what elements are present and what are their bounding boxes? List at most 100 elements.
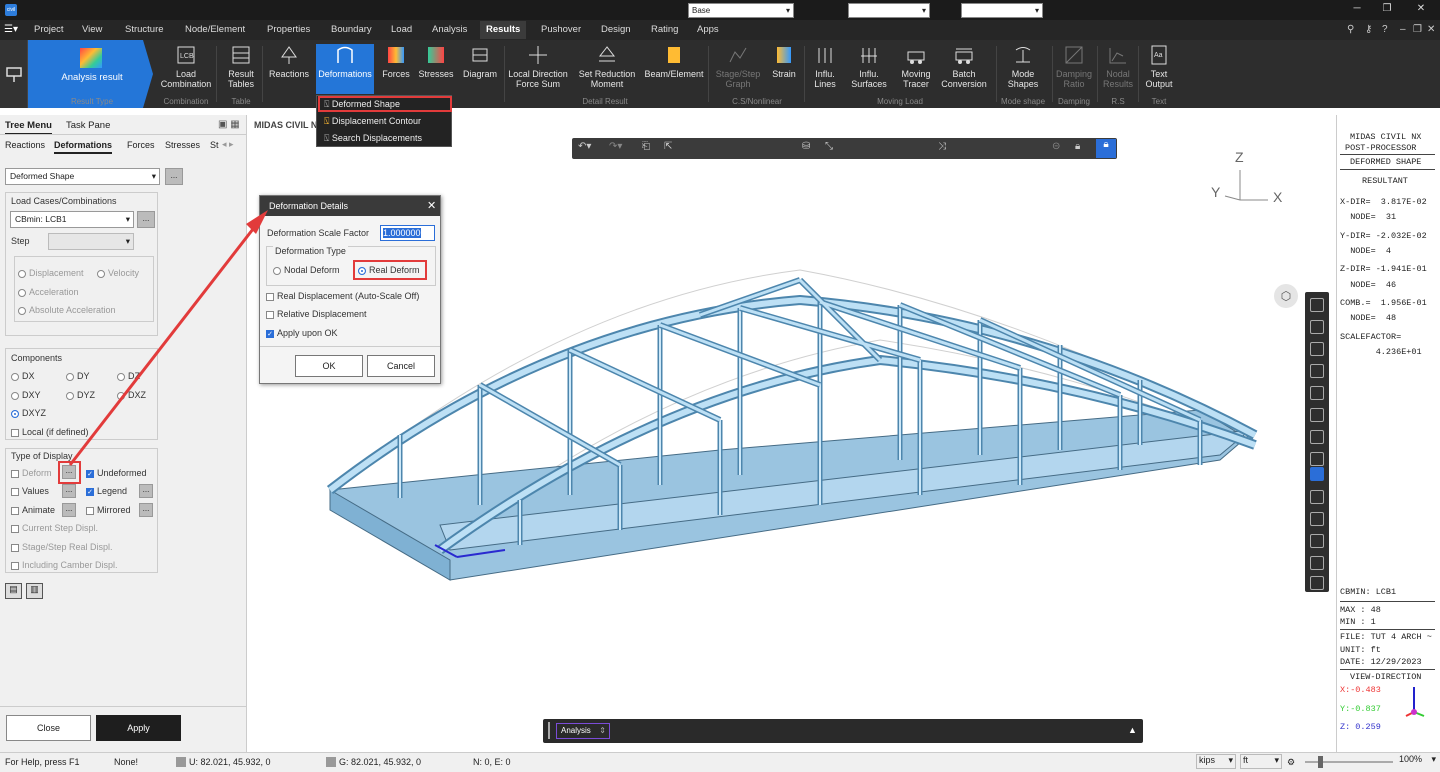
tool-screen-icon[interactable]	[1310, 576, 1324, 590]
length-unit-select[interactable]: ft ▾	[1240, 754, 1282, 769]
mirrored-more-button[interactable]: ...	[139, 503, 153, 517]
deform-checkbox[interactable]: Deform	[11, 468, 52, 478]
result-tables-button[interactable]: Result Tables	[222, 44, 260, 89]
force-unit-select[interactable]: kips ▾	[1196, 754, 1236, 769]
display-settings-icon[interactable]: ⚙	[1287, 757, 1295, 768]
lock-icon[interactable]: 🔒︎	[1075, 141, 1080, 152]
dialog-cancel-button[interactable]: Cancel	[367, 355, 435, 377]
load-settings-icon[interactable]: ▥	[26, 583, 43, 599]
help-icon[interactable]: ?	[1382, 24, 1388, 35]
subtab-st[interactable]: St	[210, 140, 219, 150]
maximize-button[interactable]: ❐	[1380, 3, 1394, 14]
menu-item-displacement-contour[interactable]: ⍂ Displacement Contour	[324, 113, 421, 129]
batch-conversion-button[interactable]: Batch Conversion	[938, 44, 990, 89]
tab-tree-menu[interactable]: Tree Menu	[5, 120, 52, 135]
select-icon[interactable]: ⎗	[642, 141, 650, 152]
subtab-forces[interactable]: Forces	[127, 140, 155, 150]
animate-checkbox[interactable]: Animate	[11, 505, 55, 515]
expand-up-icon[interactable]: ▲	[1128, 725, 1137, 735]
tool-window-icon[interactable]	[1310, 320, 1324, 334]
menu-item-search-displacements[interactable]: ⍂ Search Displacements	[324, 130, 422, 146]
hamburger-menu-icon[interactable]: ☰▾	[4, 24, 18, 35]
menu-view[interactable]: View	[82, 24, 102, 37]
restore-doc-icon[interactable]: ❐	[1413, 24, 1422, 35]
values-checkbox[interactable]: Values	[11, 486, 49, 496]
mirrored-checkbox[interactable]: Mirrored	[86, 505, 131, 515]
damping-ratio-button[interactable]: Damping Ratio	[1054, 44, 1094, 89]
zoom-select[interactable]: 100% ▾	[1399, 754, 1438, 769]
tool-active-icon[interactable]	[1310, 467, 1324, 481]
including-camber-checkbox[interactable]: Including Camber Displ.	[11, 560, 118, 570]
group-select[interactable]: ▾	[848, 3, 930, 18]
menu-design[interactable]: Design	[601, 24, 631, 37]
dialog-ok-button[interactable]: OK	[295, 355, 363, 377]
menu-boundary[interactable]: Boundary	[331, 24, 372, 37]
values-more-button[interactable]: ...	[62, 484, 76, 498]
undo-icon[interactable]: ↶▾	[578, 141, 591, 152]
analysis-bar-handle[interactable]	[548, 722, 550, 739]
tab-task-pane[interactable]: Task Pane	[66, 120, 110, 131]
menu-node-element[interactable]: Node/Element	[185, 24, 245, 37]
load-combination-button[interactable]: LCB Load Combination	[158, 44, 214, 89]
close-doc-icon[interactable]: ✕	[1427, 24, 1435, 35]
relative-displacement-checkbox[interactable]: Relative Displacement	[266, 309, 367, 319]
forces-button[interactable]: Forces	[378, 44, 414, 79]
menu-rating[interactable]: Rating	[651, 24, 678, 37]
minimize-doc-icon[interactable]: –	[1400, 24, 1406, 35]
set-reduction-moment-button[interactable]: Set Reduction Moment	[574, 44, 640, 89]
stage-step-graph-button[interactable]: Stage/Step Graph	[712, 44, 764, 89]
legend-more-button[interactable]: ...	[139, 484, 153, 498]
search-icon[interactable]: ⚲	[1347, 24, 1354, 35]
legend-checkbox[interactable]: ✓ Legend	[86, 486, 127, 496]
diagram-button[interactable]: Diagram	[458, 44, 502, 79]
close-button[interactable]: Close	[6, 715, 91, 741]
nodal-deform-radio[interactable]: Nodal Deform	[273, 265, 340, 275]
nodal-results-button[interactable]: Nodal Results	[1100, 44, 1136, 89]
view-cube-icon[interactable]: ⬡	[1274, 284, 1298, 308]
tool-pointer-icon[interactable]	[1310, 386, 1324, 400]
tool-fence-icon[interactable]	[1310, 364, 1324, 378]
component-dx[interactable]: DX	[11, 371, 35, 381]
close-window-button[interactable]: ✕	[1414, 3, 1428, 14]
lock-active-icon[interactable]: 🔒︎	[1096, 139, 1116, 158]
tool-node-number-icon[interactable]	[1310, 490, 1324, 504]
menu-project[interactable]: Project	[34, 24, 64, 37]
zoom-slider-handle[interactable]	[1318, 756, 1323, 768]
subtab-reactions[interactable]: Reactions	[5, 140, 45, 150]
subtab-deformations[interactable]: Deformations	[54, 140, 113, 154]
menu-results[interactable]: Results	[480, 21, 527, 39]
analysis-select[interactable]: Analysis ⇕	[556, 723, 610, 739]
tool-select-icon[interactable]	[1310, 298, 1324, 312]
panel-toggle-button[interactable]	[0, 40, 28, 108]
animate-more-button[interactable]: ...	[62, 503, 76, 517]
menu-item-deformed-shape[interactable]: ⍂ Deformed Shape	[324, 96, 400, 112]
zoom-icon[interactable]: ⊝	[1052, 141, 1060, 152]
scale-factor-input[interactable]: 1.000000	[380, 225, 435, 241]
menu-apps[interactable]: Apps	[697, 24, 719, 37]
current-step-checkbox[interactable]: Current Step Displ.	[11, 523, 98, 533]
component-dxy[interactable]: DXY	[11, 390, 41, 400]
influ-lines-button[interactable]: Influ. Lines	[806, 44, 844, 89]
tool-deselect-icon[interactable]	[1310, 430, 1324, 444]
beam-element-button[interactable]: Beam/Element	[642, 44, 706, 79]
menu-pushover[interactable]: Pushover	[541, 24, 581, 37]
strain-button[interactable]: Strain	[768, 44, 800, 79]
pointer-icon[interactable]: ⇱	[664, 141, 672, 152]
stage-step-real-checkbox[interactable]: Stage/Step Real Displ.	[11, 542, 113, 552]
line-icon[interactable]: ⤡	[825, 141, 833, 152]
tool-arrow-icon[interactable]	[1310, 512, 1324, 526]
dialog-close-icon[interactable]: ✕	[427, 199, 436, 212]
reactions-button[interactable]: Reactions	[266, 44, 312, 79]
tool-plane-icon[interactable]	[1310, 408, 1324, 422]
menu-properties[interactable]: Properties	[267, 24, 310, 37]
subtab-stresses[interactable]: Stresses	[165, 140, 200, 150]
redo-icon[interactable]: ↷▾	[609, 141, 622, 152]
key-icon[interactable]: ⚷	[1365, 24, 1372, 35]
real-displacement-checkbox[interactable]: Real Displacement (Auto-Scale Off)	[266, 291, 419, 301]
tag-icon[interactable]: ⤨	[938, 141, 946, 152]
tool-rotate-icon[interactable]	[1310, 534, 1324, 548]
moving-tracer-button[interactable]: Moving Tracer	[896, 44, 936, 89]
menu-structure[interactable]: Structure	[125, 24, 164, 37]
subtab-scroll-icon[interactable]: ◂ ▸	[222, 139, 234, 150]
result-type-more-button[interactable]: ...	[165, 168, 183, 185]
